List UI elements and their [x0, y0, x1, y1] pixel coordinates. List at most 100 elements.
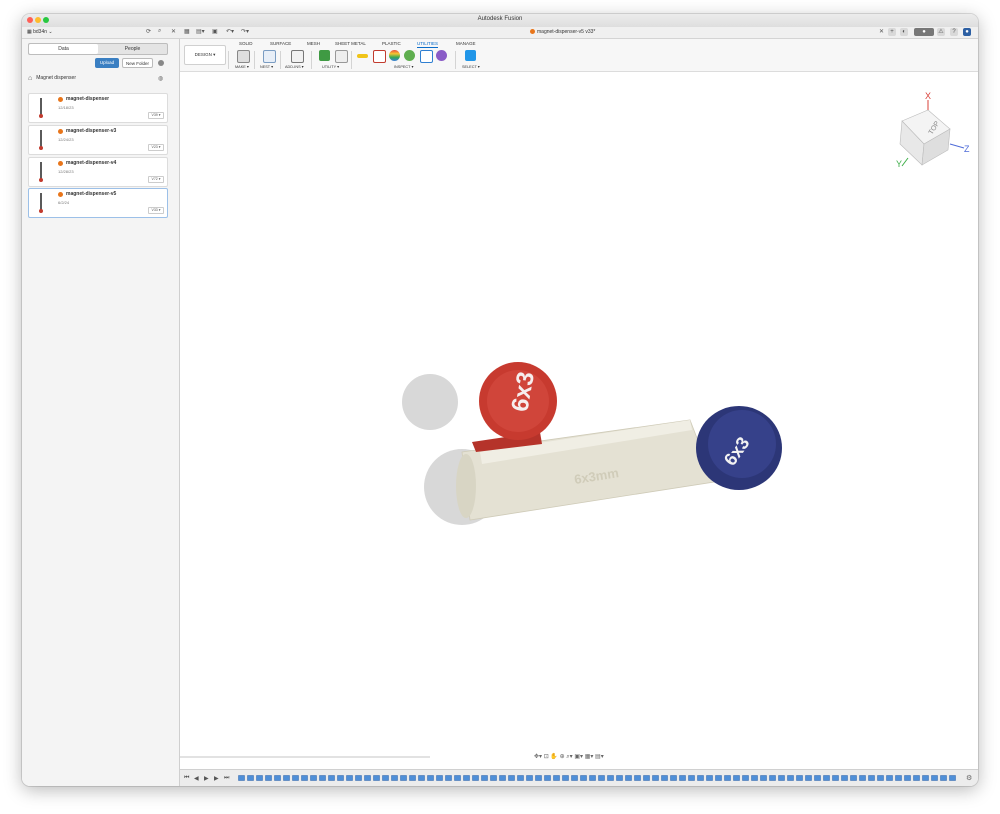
data-people-toggle: Data People — [28, 43, 168, 55]
upload-button[interactable]: Upload — [95, 58, 119, 68]
grid-icon[interactable]: ▦ — [184, 28, 190, 35]
scripts-addins-icon[interactable] — [291, 50, 304, 63]
parameters-icon[interactable] — [335, 50, 348, 63]
version-badge[interactable]: V23 ▾ — [148, 144, 164, 151]
document-tab-title: magnet-dispenser-v5 v33* — [537, 29, 596, 35]
toolbar-divider — [311, 51, 312, 69]
tab-solid[interactable]: SOLID — [239, 41, 253, 46]
app-window: Autodesk Fusion ▦ bd34n ⌄ ⟳ ⌕ ✕ ▦ ▤▾ ▣ ↶… — [22, 14, 978, 786]
traffic-light-icon[interactable] — [319, 50, 330, 61]
notifications-icon[interactable]: ⚠ — [937, 28, 945, 36]
home-icon[interactable]: ⌂ — [28, 75, 32, 82]
fit-icon[interactable]: ⌕▾ — [566, 754, 572, 760]
horizontal-scrollbar[interactable] — [180, 756, 430, 758]
section-analysis-icon[interactable] — [420, 50, 433, 63]
axis-y-label: Y — [896, 159, 902, 169]
tab-plastic[interactable]: PLASTIC — [382, 41, 401, 46]
viewports-icon[interactable]: ▤▾ — [595, 754, 604, 760]
extensions-icon[interactable]: ◐ — [900, 28, 908, 36]
file-card[interactable]: magnet-dispenser-v4 12/28/23 V72 ▾ — [28, 157, 168, 187]
close-panel-icon[interactable]: ✕ — [171, 28, 176, 35]
nest-icon[interactable] — [263, 50, 276, 63]
3d-print-icon[interactable] — [237, 50, 250, 63]
tab-data[interactable]: Data — [29, 44, 98, 54]
workspace-switcher[interactable]: DESIGN ▾ — [184, 45, 226, 65]
magnet-dispenser-model[interactable]: 6x3mm 6x3 6x3 — [402, 362, 782, 525]
toolbar-divider — [455, 51, 456, 69]
tab-people[interactable]: People — [98, 44, 167, 54]
play-icon[interactable]: ▶ — [204, 775, 209, 782]
select-cursor-icon[interactable] — [465, 50, 476, 61]
orbit-icon[interactable]: ✥▾ — [534, 754, 542, 760]
search-icon[interactable]: ⌕ — [158, 28, 161, 35]
make-menu[interactable]: MAKE ▾ — [235, 64, 249, 69]
utility-menu[interactable]: UTILITY ▾ — [322, 64, 339, 69]
redo-icon[interactable]: ↷▾ — [241, 28, 249, 35]
draft-analysis-icon[interactable] — [404, 50, 415, 61]
version-badge[interactable]: V39 ▾ — [148, 112, 164, 119]
tab-mesh[interactable]: MESH — [307, 41, 320, 46]
zoom-icon[interactable]: ⊕ — [560, 754, 565, 760]
select-menu[interactable]: SELECT ▾ — [462, 64, 480, 69]
zebra-analysis-icon[interactable] — [389, 50, 400, 61]
nest-menu[interactable]: NEST ▾ — [260, 64, 273, 69]
design-file-icon — [58, 97, 63, 102]
job-status-icon[interactable]: ● — [914, 28, 934, 36]
document-tab[interactable]: magnet-dispenser-v5 v33* — [530, 29, 595, 35]
file-card[interactable]: magnet-dispenser-v3 12/24/23 V23 ▾ — [28, 125, 168, 155]
model-canvas[interactable]: TOP X Z Y 6x3mm 6x3 6x3 — [180, 72, 978, 755]
grid-settings-icon[interactable]: ▦▾ — [585, 754, 594, 760]
file-name: magnet-dispenser-v3 — [66, 128, 117, 134]
file-date: 12/24/23 — [58, 137, 74, 142]
help-icon[interactable]: ? — [950, 28, 958, 36]
file-thumbnail — [39, 129, 43, 151]
file-thumbnail — [39, 192, 43, 214]
display-settings-icon[interactable]: ▣▾ — [574, 754, 583, 760]
save-icon[interactable]: ▣ — [212, 28, 218, 35]
breadcrumb: ⌂ Magnet dispenser — [28, 75, 76, 82]
add-ins-menu[interactable]: ADD-INS ▾ — [285, 64, 304, 69]
close-tab-icon[interactable]: ✕ — [879, 28, 884, 35]
file-date: 12/28/23 — [58, 169, 74, 174]
step-forward-icon[interactable]: ▶ — [214, 775, 219, 782]
interference-icon[interactable] — [373, 50, 386, 63]
version-badge[interactable]: V72 ▾ — [148, 176, 164, 183]
pan-icon[interactable]: ✋ — [550, 754, 557, 760]
go-to-end-icon[interactable]: ⏭ — [224, 775, 229, 782]
file-date: 6/2/24 — [58, 200, 70, 205]
file-name: magnet-dispenser-v4 — [66, 160, 117, 166]
data-panel: Data People Upload New Folder ⌂ Magnet di… — [22, 39, 180, 786]
refresh-icon[interactable]: ⟳ — [146, 28, 151, 35]
tab-surface[interactable]: SURFACE — [270, 41, 291, 46]
project-members-icon[interactable]: ◍ — [158, 75, 163, 82]
breadcrumb-folder[interactable]: Magnet dispenser — [36, 75, 76, 81]
file-card[interactable]: magnet-dispenser 12/18/23 V39 ▾ — [28, 93, 168, 123]
design-file-icon — [530, 29, 535, 34]
tab-utilities[interactable]: UTILITIES — [417, 41, 439, 48]
viewcube[interactable]: TOP X Z Y — [896, 91, 970, 169]
new-tab-icon[interactable]: + — [888, 28, 896, 36]
file-menu-icon[interactable]: ▤▾ — [196, 28, 205, 35]
tab-sheet-metal[interactable]: SHEET METAL — [335, 41, 366, 46]
avatar[interactable]: ● — [963, 28, 971, 36]
display-component-colors-icon[interactable] — [436, 50, 447, 61]
go-to-start-icon[interactable]: ⏮ — [184, 775, 189, 782]
window-title: Autodesk Fusion — [477, 16, 523, 22]
design-file-icon — [58, 129, 63, 134]
team-selector[interactable]: ▦ bd34n ⌄ — [27, 29, 53, 35]
toolbar-divider — [228, 51, 229, 69]
new-folder-button[interactable]: New Folder — [122, 58, 153, 68]
canvas-viewport[interactable]: TOP X Z Y 6x3mm 6x3 6x3 — [180, 72, 978, 755]
timeline-features[interactable] — [238, 775, 958, 781]
version-badge[interactable]: V33 ▾ — [148, 207, 164, 214]
measure-icon[interactable] — [357, 54, 368, 58]
axis-z-label: Z — [964, 144, 970, 154]
undo-icon[interactable]: ↶▾ — [226, 28, 234, 35]
look-at-icon[interactable]: ⊡ — [544, 754, 549, 760]
file-card[interactable]: magnet-dispenser-v5 6/2/24 V33 ▾ — [28, 188, 168, 218]
tab-manage[interactable]: MANAGE — [456, 41, 476, 46]
inspect-menu[interactable]: INSPECT ▾ — [394, 64, 413, 69]
step-back-icon[interactable]: ◀ — [194, 775, 199, 782]
timeline-settings-icon[interactable]: ⚙ — [966, 774, 972, 782]
panel-settings-icon[interactable] — [158, 60, 164, 66]
